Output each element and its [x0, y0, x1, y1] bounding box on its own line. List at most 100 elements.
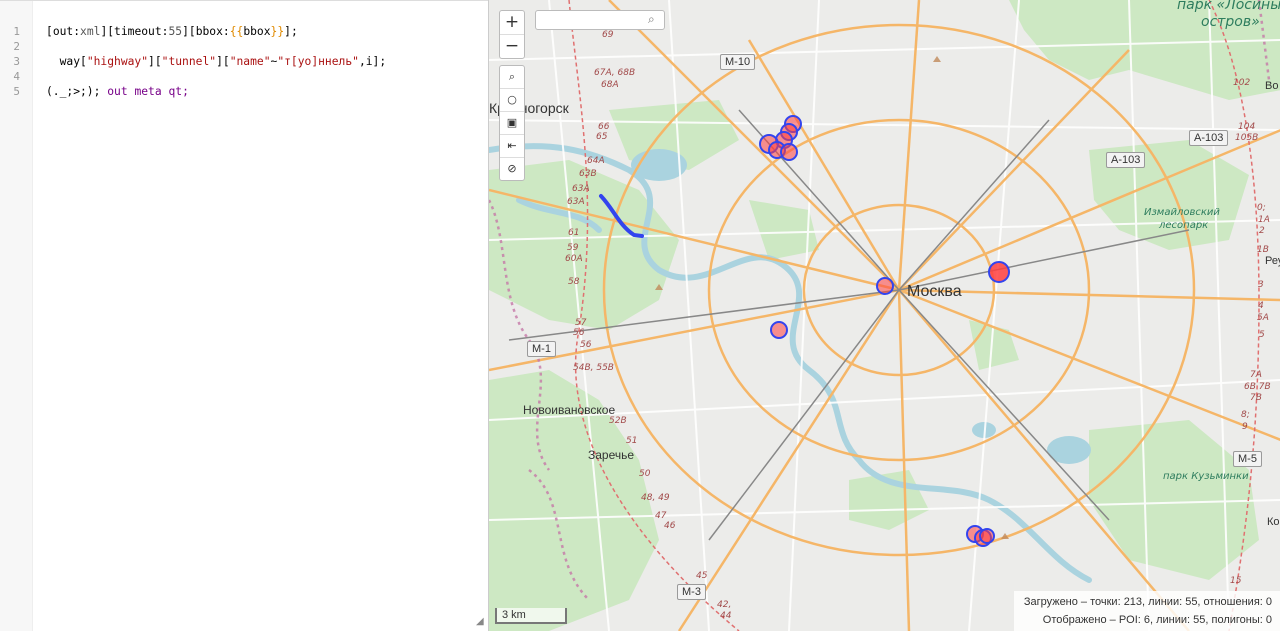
setting-key: out — [52, 25, 74, 38]
regex-flag: ,i — [358, 55, 373, 68]
data-stats-panel: Загружено – точки: 213, линии: 55, отнош… — [1013, 591, 1280, 631]
km-marker: 52B — [609, 416, 627, 426]
km-marker: 6B 7B — [1244, 382, 1271, 392]
km-marker: 2 — [1259, 226, 1265, 236]
shortcut-name: bbox — [243, 25, 271, 38]
km-marker: 46 — [664, 521, 676, 531]
stats-loaded: Загружено – точки: 213, линии: 55, отнош… — [1023, 596, 1272, 608]
km-marker: 42, — [717, 600, 732, 610]
resize-grip-icon[interactable]: ◢ — [476, 617, 486, 627]
search-icon[interactable]: ⌕ — [500, 66, 524, 88]
fit-data-icon[interactable]: ⇤ — [500, 134, 524, 157]
km-marker: 57 — [575, 318, 587, 328]
park-label-losiny: парк «Лосиный — [1177, 0, 1280, 13]
km-marker: 63B — [579, 169, 597, 179]
zoom-out-button[interactable]: − — [500, 34, 524, 58]
road-shield: A-103 — [1189, 130, 1229, 146]
km-marker: 4 — [1258, 301, 1264, 311]
tag-key: "highway" — [86, 55, 149, 68]
km-marker: 1B — [1257, 245, 1269, 255]
out-verbosity: meta — [134, 85, 162, 98]
km-marker: 58 — [568, 277, 580, 287]
line-number-gutter: 1 2 3 4 5 — [0, 1, 33, 631]
km-marker: 66 — [598, 122, 610, 132]
park-label-izmaylovsky-2: лесопарк — [1159, 220, 1209, 231]
km-marker: 102 — [1233, 78, 1251, 88]
km-marker: 105B — [1235, 133, 1259, 143]
code-line-3[interactable]: way["highway"]["tunnel"]["name"~"т[уо]нн… — [46, 54, 387, 69]
edge-label: Ко — [1267, 516, 1280, 528]
regex-value: "т[уо]ннель" — [277, 55, 359, 68]
query-editor[interactable]: 1 2 3 4 5 [out:xml][timeout:55][bbox:{{b… — [0, 0, 488, 631]
road-shield: M-5 — [1233, 451, 1262, 467]
km-marker: 8; — [1241, 410, 1250, 420]
km-marker: 56 — [580, 340, 592, 350]
zoom-in-button[interactable]: + — [500, 11, 524, 34]
line-number: 2 — [13, 40, 20, 53]
map-tiles — [489, 0, 1280, 631]
road-shield: M-3 — [677, 584, 706, 600]
km-marker: 60A — [565, 254, 583, 264]
park-areas — [489, 0, 1280, 631]
km-marker: 0; — [1257, 203, 1266, 213]
clear-icon[interactable]: ⊘ — [500, 157, 524, 180]
km-marker: 7A — [1250, 370, 1262, 380]
map-search-input[interactable] — [535, 10, 665, 30]
statement-way: way — [59, 55, 81, 68]
setting-value: xml — [80, 25, 101, 38]
park-label-losiny-2: остров» — [1201, 14, 1260, 30]
km-marker: 5A — [1257, 313, 1269, 323]
park-label-kuzminki: парк Кузьминки — [1163, 471, 1249, 482]
km-marker: 5 — [1259, 330, 1265, 340]
km-marker: 65 — [596, 132, 608, 142]
km-marker: 56 — [573, 328, 585, 338]
stats-displayed: Отображено – POI: 6, линии: 55, полигоны… — [1042, 614, 1272, 626]
map-tool-bar: ⌕ ○ ▣ ⇤ ⊘ — [499, 65, 525, 181]
km-marker: 44 — [720, 611, 732, 621]
setting-value: 55 — [168, 25, 183, 38]
km-marker: 59 — [567, 243, 579, 253]
setting-key: timeout — [114, 25, 162, 38]
line-number: 3 — [13, 55, 20, 68]
km-marker: 51 — [626, 436, 638, 446]
scale-bar: 3 km — [495, 608, 567, 624]
km-marker: 54B, 55B — [573, 363, 614, 373]
shortcut-brace: }} — [270, 25, 285, 38]
recurse-statement: (._;>;); — [46, 85, 101, 98]
place-label-novoivanovskoe: Новоивановское — [523, 403, 616, 417]
km-marker: 69 — [602, 30, 614, 40]
tag-key: "name" — [229, 55, 271, 68]
place-label-zarechye: Заречье — [588, 448, 635, 462]
zoom-control: + − — [499, 10, 525, 59]
image-icon[interactable]: ▣ — [500, 111, 524, 134]
code-line-5[interactable]: (._;>;); out meta qt; — [46, 84, 189, 99]
km-marker: 64A — [587, 156, 605, 166]
line-number: 1 — [13, 25, 20, 38]
km-marker: 7B — [1250, 393, 1262, 403]
search-icon[interactable]: ⌕ — [648, 12, 655, 27]
km-marker: 9 — [1242, 422, 1248, 432]
out-sort: qt; — [168, 85, 189, 98]
km-marker: 63A — [572, 184, 590, 194]
road-shield: A-103 — [1106, 152, 1146, 168]
road-shield: M-10 — [720, 54, 756, 70]
km-marker: 67A, 68B — [594, 68, 636, 78]
km-marker: 15 — [1230, 576, 1242, 586]
code-line-1[interactable]: [out:xml][timeout:55][bbox:{{bbox}}]; — [46, 24, 298, 39]
setting-key: bbox — [195, 25, 223, 38]
road-shield: M-1 — [527, 341, 556, 357]
place-label-moscow: Москва — [907, 283, 962, 300]
park-label-izmaylovsky: Измайловский — [1144, 207, 1220, 218]
shortcut-brace: {{ — [229, 25, 244, 38]
line-number: 5 — [13, 85, 20, 98]
km-marker: 61 — [568, 228, 580, 238]
km-marker: 3 — [1258, 280, 1264, 290]
locate-icon[interactable]: ○ — [500, 88, 524, 111]
edge-label: Реу — [1265, 255, 1280, 267]
map-view[interactable]: Красногорск Москва Новоивановское Заречь… — [488, 0, 1280, 631]
km-marker: 47 — [655, 511, 667, 521]
km-marker: 45 — [696, 571, 708, 581]
tag-key: "tunnel" — [161, 55, 217, 68]
km-marker: 48, 49 — [641, 493, 670, 503]
km-marker: 1A — [1258, 215, 1270, 225]
